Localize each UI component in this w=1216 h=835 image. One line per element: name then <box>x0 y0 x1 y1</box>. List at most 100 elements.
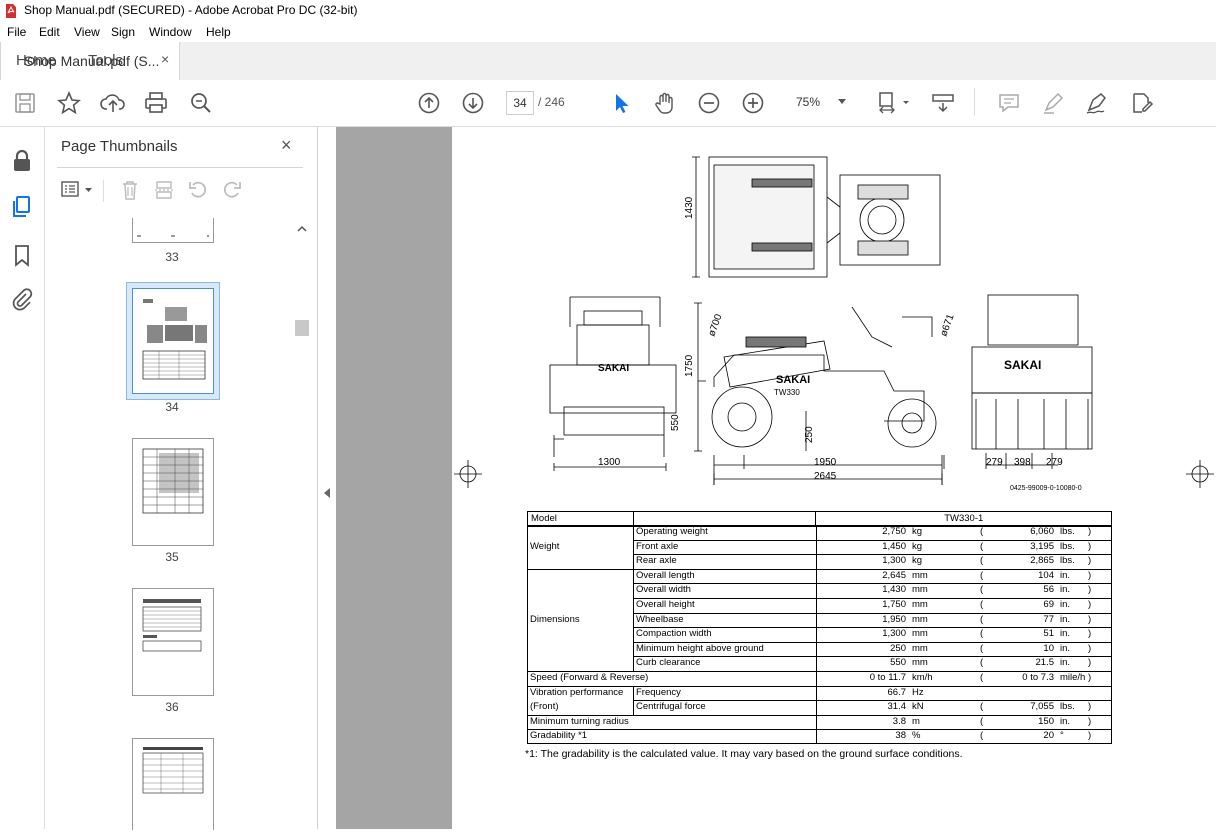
spec-value: 250 <box>890 642 906 654</box>
bookmark-icon[interactable] <box>10 243 34 267</box>
thumbnail-page-36[interactable] <box>132 588 214 696</box>
close-panel-icon[interactable]: × <box>281 135 292 156</box>
delete-page-icon[interactable] <box>119 179 141 201</box>
drawing-brand-rear: SAKAI <box>598 363 629 374</box>
zoom-out-icon[interactable] <box>696 90 722 116</box>
model-label: Model <box>527 511 634 527</box>
gradability-unit: % <box>912 730 921 742</box>
close-tab-icon[interactable]: × <box>161 51 169 67</box>
page-thumbnails-icon[interactable] <box>10 195 34 219</box>
zoom-select[interactable]: 75% <box>786 91 852 113</box>
page-up-icon[interactable] <box>416 90 442 116</box>
spec-imperial-value: 77 <box>1043 613 1054 625</box>
print-icon[interactable] <box>143 90 169 116</box>
zoom-in-icon[interactable] <box>740 90 766 116</box>
spec-close-paren: ) <box>1088 657 1092 669</box>
toolbar-divider <box>974 88 975 116</box>
thumbnail-page-35[interactable] <box>132 438 214 546</box>
chevron-down-icon <box>838 99 846 104</box>
scroll-up-icon[interactable] <box>295 223 309 235</box>
save-icon[interactable] <box>12 90 38 116</box>
acrobat-icon <box>6 4 16 18</box>
panel-title: Page Thumbnails <box>61 138 178 155</box>
attachment-icon[interactable] <box>10 287 34 311</box>
spec-imperial-unit: in. <box>1060 569 1071 581</box>
thumbnail-page-33[interactable] <box>132 218 214 243</box>
thumbnail-label: 33 <box>165 250 179 264</box>
row-label: Minimum turning radius <box>530 715 629 727</box>
spec-value: 1,950 <box>882 613 906 625</box>
spec-close-paren: ) <box>1088 628 1092 640</box>
lock-icon[interactable] <box>10 149 34 173</box>
select-cursor-icon[interactable] <box>608 90 634 116</box>
thumbnail-page-37[interactable] <box>132 738 214 830</box>
dim-1430: 1430 <box>684 196 695 219</box>
menu-edit[interactable]: Edit <box>39 25 60 39</box>
speed-close-paren: ) <box>1088 672 1092 683</box>
centrifugal-imperial-value: 7,055 <box>1030 701 1054 713</box>
gradability-imperial-unit: ° <box>1060 730 1064 742</box>
menu-view[interactable]: View <box>74 25 100 39</box>
title-bar: Shop Manual.pdf (SECURED) - Adobe Acroba… <box>0 0 1216 22</box>
rotate-clockwise-icon[interactable] <box>221 179 243 201</box>
search-zoom-icon[interactable] <box>188 90 214 116</box>
centrifugal-close-paren: ) <box>1088 701 1092 713</box>
zoom-value: 75% <box>796 95 821 109</box>
centrifugal-open-paren: ( <box>980 701 984 713</box>
spec-imperial-value: 10 <box>1043 642 1054 654</box>
spec-open-paren: ( <box>980 569 984 581</box>
spec-imperial-value: 2,865 <box>1030 555 1054 567</box>
window-title: Shop Manual.pdf (SECURED) - Adobe Acroba… <box>24 3 358 17</box>
pdf-page: SAKAI SAKAI SAKAI TW330 1430 1750 550 25… <box>452 127 1216 829</box>
menu-window[interactable]: Window <box>149 25 192 39</box>
spec-open-paren: ( <box>980 526 984 537</box>
dim-1750: 1750 <box>684 354 695 377</box>
menu-file[interactable]: File <box>7 25 26 39</box>
spec-imperial-unit: lbs. <box>1060 526 1075 537</box>
gradability-close-paren: ) <box>1088 730 1092 742</box>
spec-imperial-value: 56 <box>1043 584 1054 596</box>
speed-value: 0 to 11.7 <box>869 672 906 683</box>
menu-sign[interactable]: Sign <box>111 25 135 39</box>
spec-imperial-value: 51 <box>1043 628 1054 640</box>
menu-help[interactable]: Help <box>206 25 231 39</box>
dim-1950: 1950 <box>814 457 837 468</box>
thumbnail-page-34[interactable] <box>132 288 214 394</box>
upload-icon[interactable] <box>100 90 126 116</box>
tab-bar: Home Tools Shop Manual.pdf (S... × <box>0 42 1216 81</box>
thumbnail-label: 35 <box>165 550 179 564</box>
spec-imperial-value: 104 <box>1038 569 1054 581</box>
spec-unit: mm <box>912 613 928 625</box>
vibration-sublabel: (Front) <box>530 701 559 713</box>
gradability-imperial-value: 20 <box>1043 730 1054 742</box>
fit-page-icon[interactable] <box>876 90 912 116</box>
highlight-icon[interactable] <box>1040 90 1066 116</box>
turning-close-paren: ) <box>1088 715 1092 727</box>
collapse-arrow-icon[interactable] <box>322 487 332 499</box>
turning-unit: m <box>912 715 920 727</box>
rotate-counterclockwise-icon[interactable] <box>187 179 209 201</box>
spec-imperial-unit: in. <box>1060 599 1071 610</box>
thumbnail-preview <box>142 448 204 514</box>
spec-value: 550 <box>890 657 906 669</box>
scrollbar-thumb[interactable] <box>295 320 309 336</box>
spec-open-paren: ( <box>980 642 984 654</box>
share-icon[interactable] <box>1128 90 1154 116</box>
extract-page-icon[interactable] <box>153 179 175 201</box>
turning-value: 3.8 <box>892 715 906 727</box>
scroll-mode-icon[interactable] <box>930 90 956 116</box>
page-down-icon[interactable] <box>460 90 486 116</box>
spec-close-paren: ) <box>1088 599 1092 610</box>
hand-icon[interactable] <box>652 90 678 116</box>
spec-value: 1,300 <box>882 628 906 640</box>
spec-value: 2,645 <box>882 569 906 581</box>
spec-item: Minimum height above ground <box>636 642 764 654</box>
comment-icon[interactable] <box>996 90 1022 116</box>
star-icon[interactable] <box>56 90 82 116</box>
page-number-input[interactable]: 34 <box>506 91 534 115</box>
sign-icon[interactable] <box>1084 90 1110 116</box>
panel-collapse-handle[interactable] <box>318 127 336 829</box>
thumbnail-scrollbar[interactable] <box>295 222 309 829</box>
thumbnail-options-button[interactable] <box>59 179 97 201</box>
speed-open-paren: ( <box>980 672 984 683</box>
